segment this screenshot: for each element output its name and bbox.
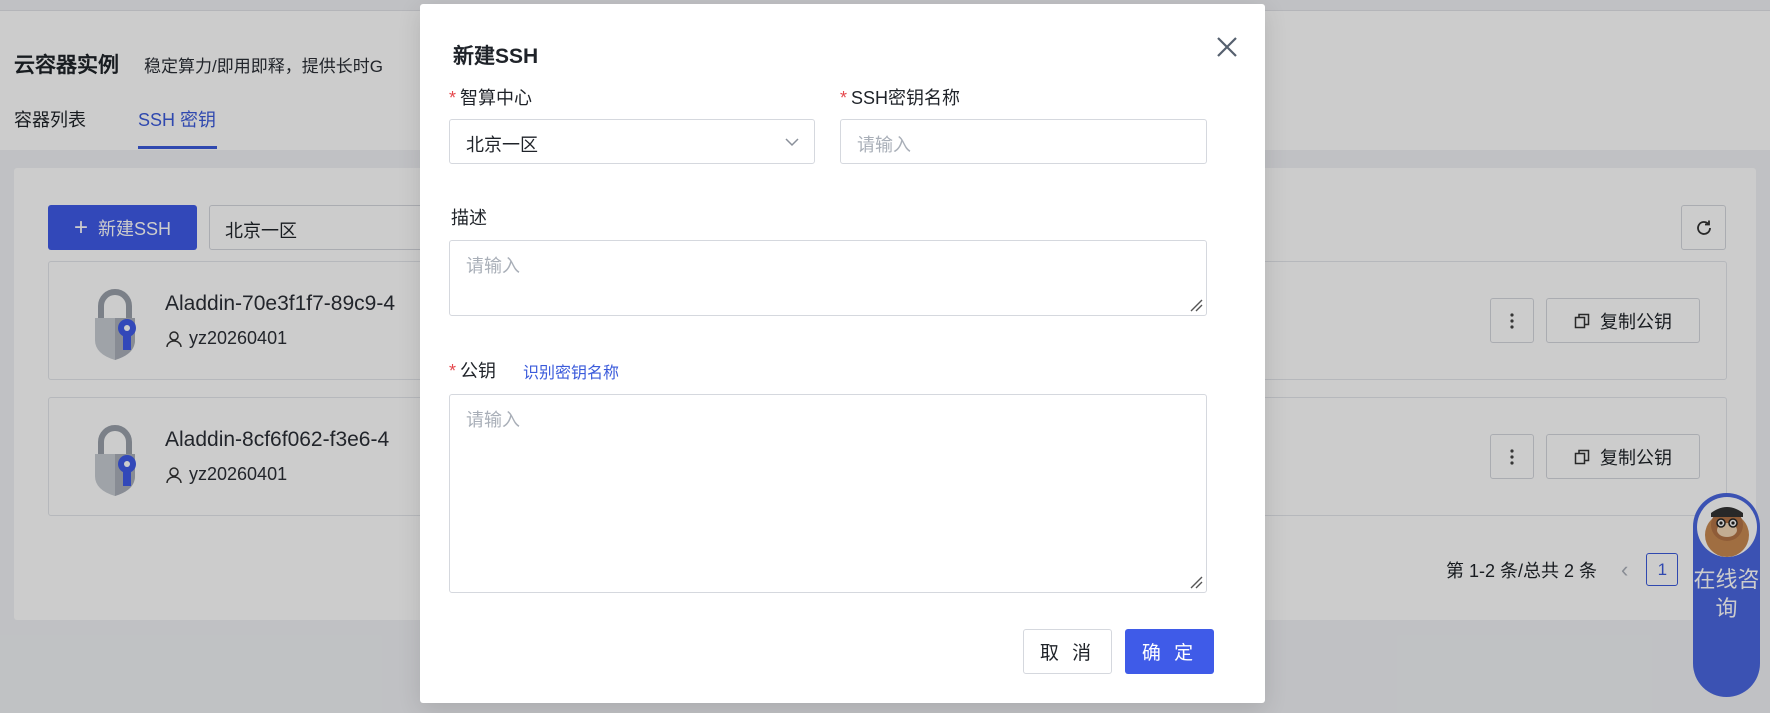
resize-handle-icon[interactable] bbox=[1189, 575, 1203, 589]
public-key-textarea[interactable]: 请输入 bbox=[449, 394, 1207, 593]
resize-handle-icon[interactable] bbox=[1189, 298, 1203, 312]
public-key-label: * 公钥 bbox=[449, 357, 496, 383]
detect-key-name-link[interactable]: 识别密钥名称 bbox=[523, 359, 619, 383]
cancel-button[interactable]: 取 消 bbox=[1023, 629, 1112, 674]
chevron-down-icon bbox=[785, 138, 799, 147]
required-mark: * bbox=[449, 88, 457, 108]
center-select-value: 北京一区 bbox=[466, 135, 538, 155]
key-name-label-text: SSH密钥名称 bbox=[851, 88, 961, 108]
key-name-input[interactable]: 请输入 bbox=[840, 119, 1207, 164]
center-select[interactable]: 北京一区 bbox=[449, 119, 815, 164]
required-mark: * bbox=[449, 361, 457, 381]
required-mark: * bbox=[840, 88, 848, 108]
confirm-button[interactable]: 确 定 bbox=[1125, 629, 1214, 674]
public-key-placeholder: 请输入 bbox=[466, 410, 520, 430]
description-label: 描述 bbox=[451, 208, 487, 228]
description-placeholder: 请输入 bbox=[466, 256, 520, 276]
new-ssh-dialog: 新建SSH * 智算中心 北京一区 * SSH密钥名称 请输入 描述 请输入 * 公钥… bbox=[420, 4, 1265, 703]
center-label: * 智算中心 bbox=[449, 84, 532, 110]
description-textarea[interactable]: 请输入 bbox=[449, 240, 1207, 316]
key-name-placeholder: 请输入 bbox=[857, 135, 911, 155]
center-label-text: 智算中心 bbox=[460, 88, 533, 108]
key-name-label: * SSH密钥名称 bbox=[840, 84, 960, 110]
close-icon[interactable] bbox=[1212, 32, 1242, 62]
dialog-title: 新建SSH bbox=[453, 45, 539, 68]
public-key-label-text: 公钥 bbox=[460, 361, 497, 381]
